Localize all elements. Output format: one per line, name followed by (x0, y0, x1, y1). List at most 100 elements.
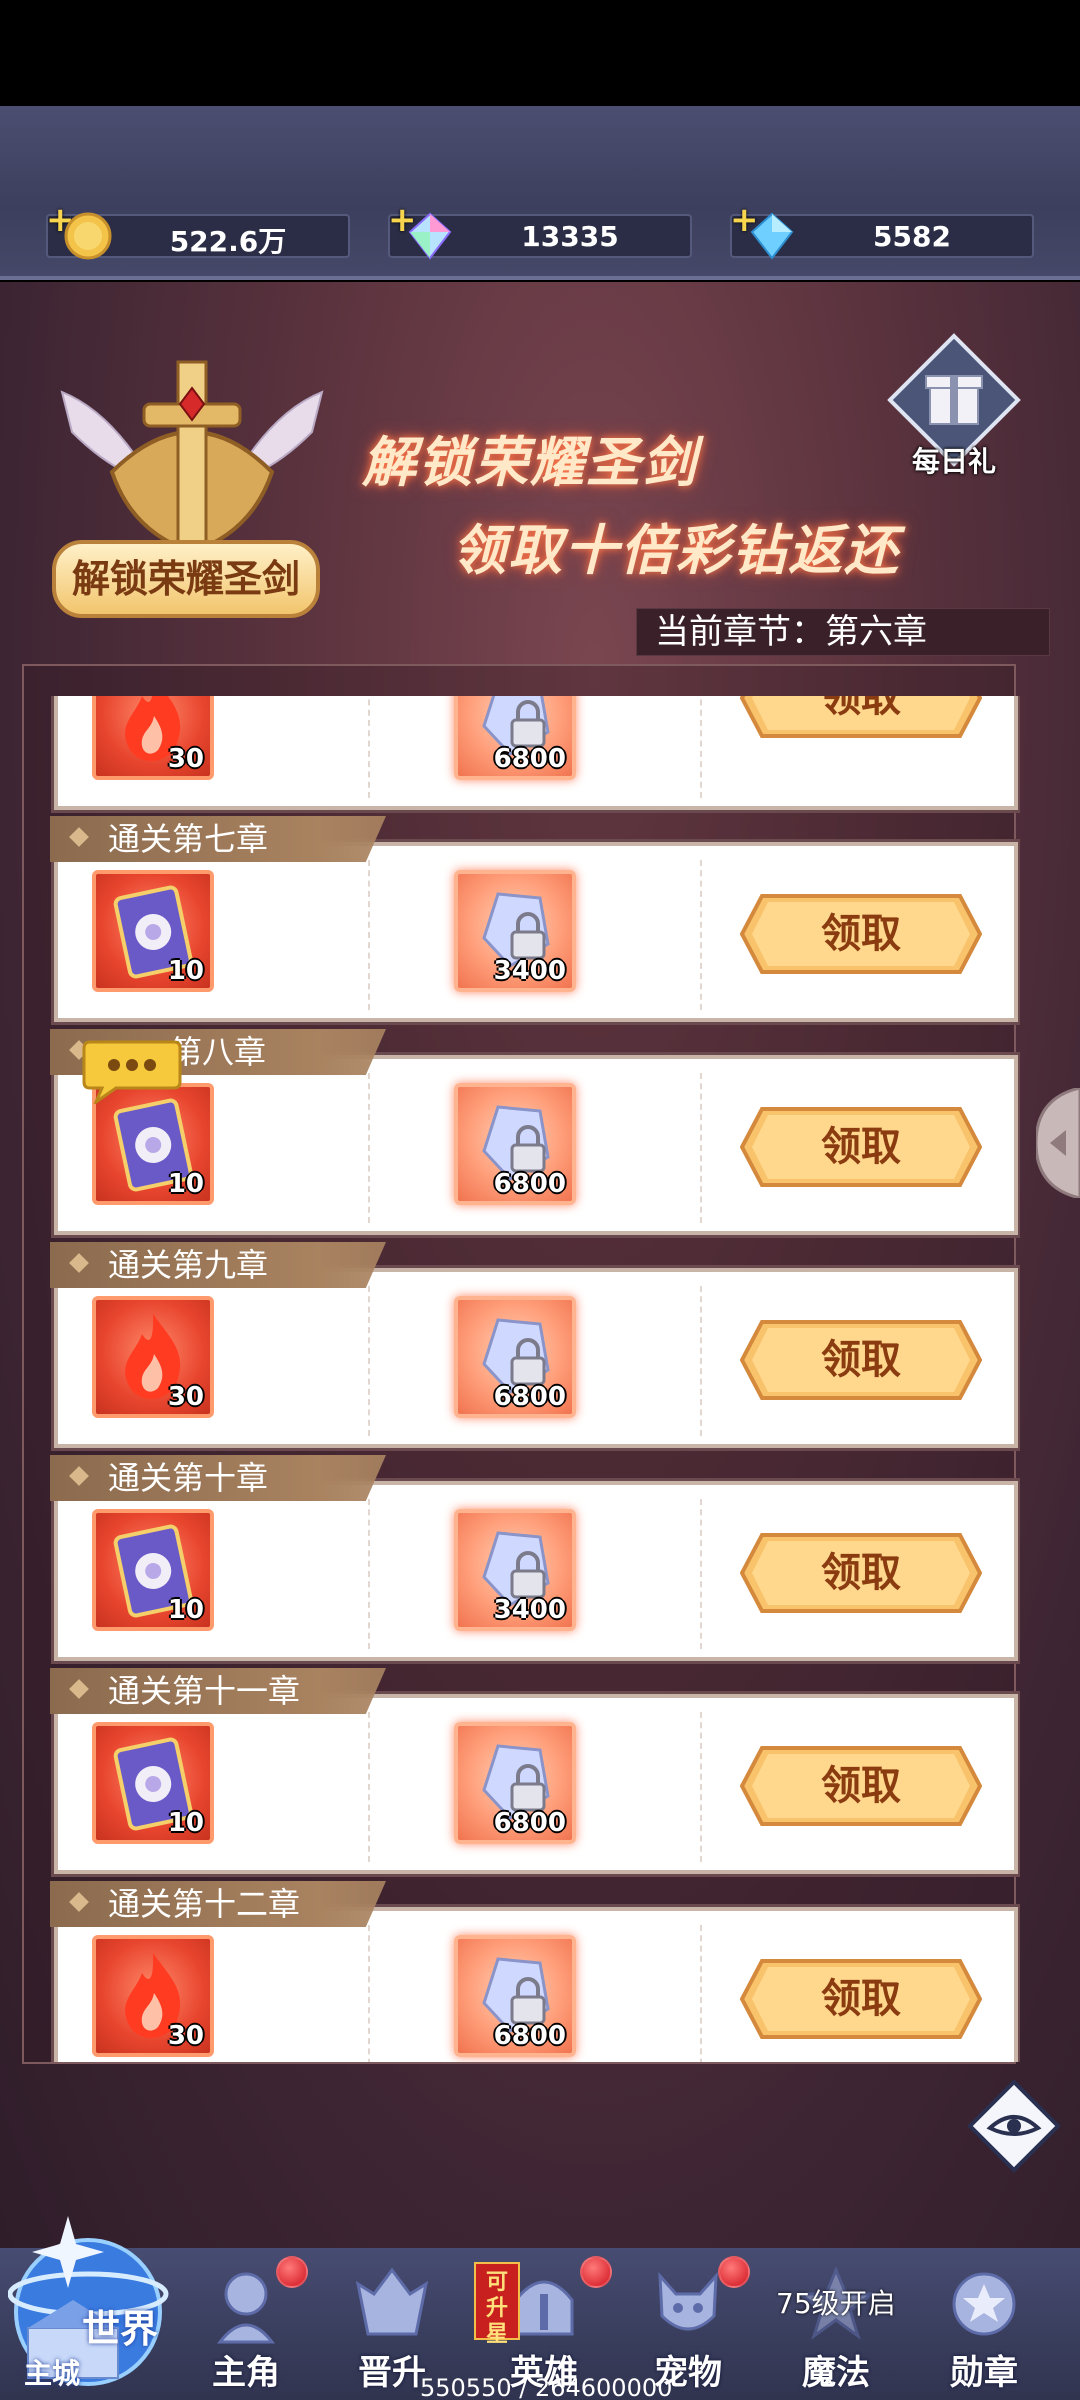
main-city-label: 主城 (24, 2357, 81, 2390)
reward-count: 3400 (493, 1595, 566, 1625)
diamond-icon (750, 212, 794, 260)
tag-diamond-icon (69, 1892, 89, 1912)
chapter-tag-label: 通关第十一章 (108, 1672, 301, 1710)
daily-gift-label: 每日礼 (911, 445, 996, 478)
medal-icon (952, 2272, 1016, 2336)
nav-magic-label: 魔法 (802, 2353, 870, 2393)
reward-count: 10 (167, 1595, 204, 1625)
notification-dot (276, 2256, 308, 2288)
claim-label: 领取 (821, 1976, 901, 2022)
reward-row: 10 3400 领取 通关第十章 (50, 1455, 1020, 1663)
divider (700, 1073, 702, 1223)
tag-diamond-icon (69, 827, 89, 847)
current-chapter: 当前章节：第六章 (636, 608, 1050, 656)
reward-item-card[interactable]: 10 (92, 870, 214, 992)
reward-row: 30 6800 领取 通关第十二章 (50, 1881, 1020, 2062)
chapter-tag: 通关第七章 (50, 816, 386, 862)
divider (700, 1712, 702, 1862)
promote-icon (355, 2267, 429, 2336)
divider (700, 1286, 702, 1436)
notification-dot (718, 2256, 750, 2288)
divider (368, 1712, 370, 1862)
reward-item-diamond-locked[interactable]: 6800 (454, 696, 576, 780)
reward-item-diamond-locked[interactable]: 3400 (454, 1509, 576, 1631)
banner-subtitle: 领取十倍彩钻返还 (452, 519, 900, 582)
reward-count: 3400 (493, 956, 566, 986)
divider (368, 1499, 370, 1649)
divider (368, 1286, 370, 1436)
nav-protagonist[interactable]: 主角 (176, 2256, 316, 2400)
chapter-tag: 通关第九章 (50, 1242, 386, 1288)
reward-card: 10 6800 领取 (54, 1055, 1018, 1235)
divider (368, 1073, 370, 1223)
divider (368, 1925, 370, 2062)
rainbow-diamond-counter[interactable]: + 13335 (388, 200, 692, 260)
chapter-tag-label: 通关第十章 (108, 1459, 269, 1497)
reward-count: 30 (167, 1382, 204, 1412)
claim-label: 领取 (821, 1763, 901, 1809)
claim-button[interactable]: 领取 (739, 1320, 983, 1400)
claim-label: 领取 (821, 1337, 901, 1383)
reward-item-card[interactable]: 10 (92, 1509, 214, 1631)
notification-dot (580, 2256, 612, 2288)
divider (700, 1499, 702, 1649)
reward-card: 30 6800 领取 (54, 1907, 1018, 2062)
reward-count: 10 (167, 1169, 204, 1199)
reward-item-diamond-locked[interactable]: 6800 (454, 1722, 576, 1844)
reward-row: 30 6800 领取 通关第九章 (50, 1242, 1020, 1450)
reward-count: 6800 (493, 1169, 566, 1199)
nav-protagonist-label: 主角 (212, 2353, 280, 2393)
reward-item-diamond-locked[interactable]: 6800 (454, 1083, 576, 1205)
progress-text: 550550 / 264600000 (420, 2374, 673, 2400)
reward-row: 10 3400 领取 通关第七章 (50, 816, 1020, 1024)
divider (700, 696, 702, 798)
claim-button[interactable]: 领取 (739, 1107, 983, 1187)
reward-item-diamond-locked[interactable]: 6800 (454, 1296, 576, 1418)
reward-item-fire[interactable]: 30 (92, 1296, 214, 1418)
magic-unlock-hint: 75级开启 (776, 2287, 896, 2320)
world-label: 世界 (82, 2307, 159, 2351)
can-upgrade-badge: 可升星 (474, 2262, 520, 2347)
divider (368, 860, 370, 1010)
diamond-counter[interactable]: + 5582 (730, 200, 1034, 260)
reward-item-card[interactable]: 10 (92, 1722, 214, 1844)
side-drawer-handle-icon[interactable] (1036, 1088, 1080, 1198)
nav-medal[interactable]: 勋章 (914, 2256, 1054, 2400)
reward-count: 30 (167, 2021, 204, 2051)
reward-item-fire[interactable]: 30 (92, 696, 214, 780)
reward-count: 6800 (493, 1382, 566, 1412)
claim-label: 领取 (821, 911, 901, 957)
claim-label: 领取 (821, 696, 901, 721)
gold-counter[interactable]: + 522.6万 (46, 200, 350, 260)
claim-button[interactable]: 领取 (739, 1746, 983, 1826)
banner-title: 解锁荣耀圣剑 (362, 431, 698, 494)
reward-count: 6800 (493, 744, 566, 774)
tag-diamond-icon (69, 1253, 89, 1273)
reward-item-fire[interactable]: 30 (92, 1935, 214, 2057)
reward-item-diamond-locked[interactable]: 6800 (454, 1935, 576, 2057)
reward-list[interactable]: 30 6800 领取 10 3400 领取 通关第七章 10 6800 领取 第… (50, 696, 1020, 2062)
claim-label: 领取 (821, 1550, 901, 1596)
diamond-value: 5582 (873, 220, 951, 253)
protagonist-icon (216, 2272, 276, 2344)
rainbow-diamond-icon (408, 212, 452, 260)
divider (368, 696, 370, 798)
claim-button[interactable]: 领取 (739, 1959, 983, 2039)
status-bar (0, 0, 1080, 106)
claim-button[interactable]: 领取 (739, 696, 983, 738)
reward-card: 30 6800 领取 (54, 696, 1018, 810)
reward-card: 10 6800 领取 (54, 1694, 1018, 1874)
reward-row: 10 6800 领取 通关第十一章 (50, 1668, 1020, 1876)
claim-button[interactable]: 领取 (739, 894, 983, 974)
reward-item-diamond-locked[interactable]: 3400 (454, 870, 576, 992)
reward-count: 6800 (493, 2021, 566, 2051)
reward-card: 10 3400 领取 (54, 1481, 1018, 1661)
unlock-glory-sword-button[interactable]: 解锁荣耀圣剑 (52, 540, 320, 618)
chat-bubble-icon[interactable] (82, 1036, 182, 1104)
nav-magic[interactable]: 魔法 (766, 2256, 906, 2400)
divider (700, 860, 702, 1010)
eye-toggle-icon[interactable] (966, 2078, 1062, 2174)
gold-coin-icon (64, 212, 112, 260)
claim-button[interactable]: 领取 (739, 1533, 983, 1613)
reward-card: 10 3400 领取 (54, 842, 1018, 1022)
